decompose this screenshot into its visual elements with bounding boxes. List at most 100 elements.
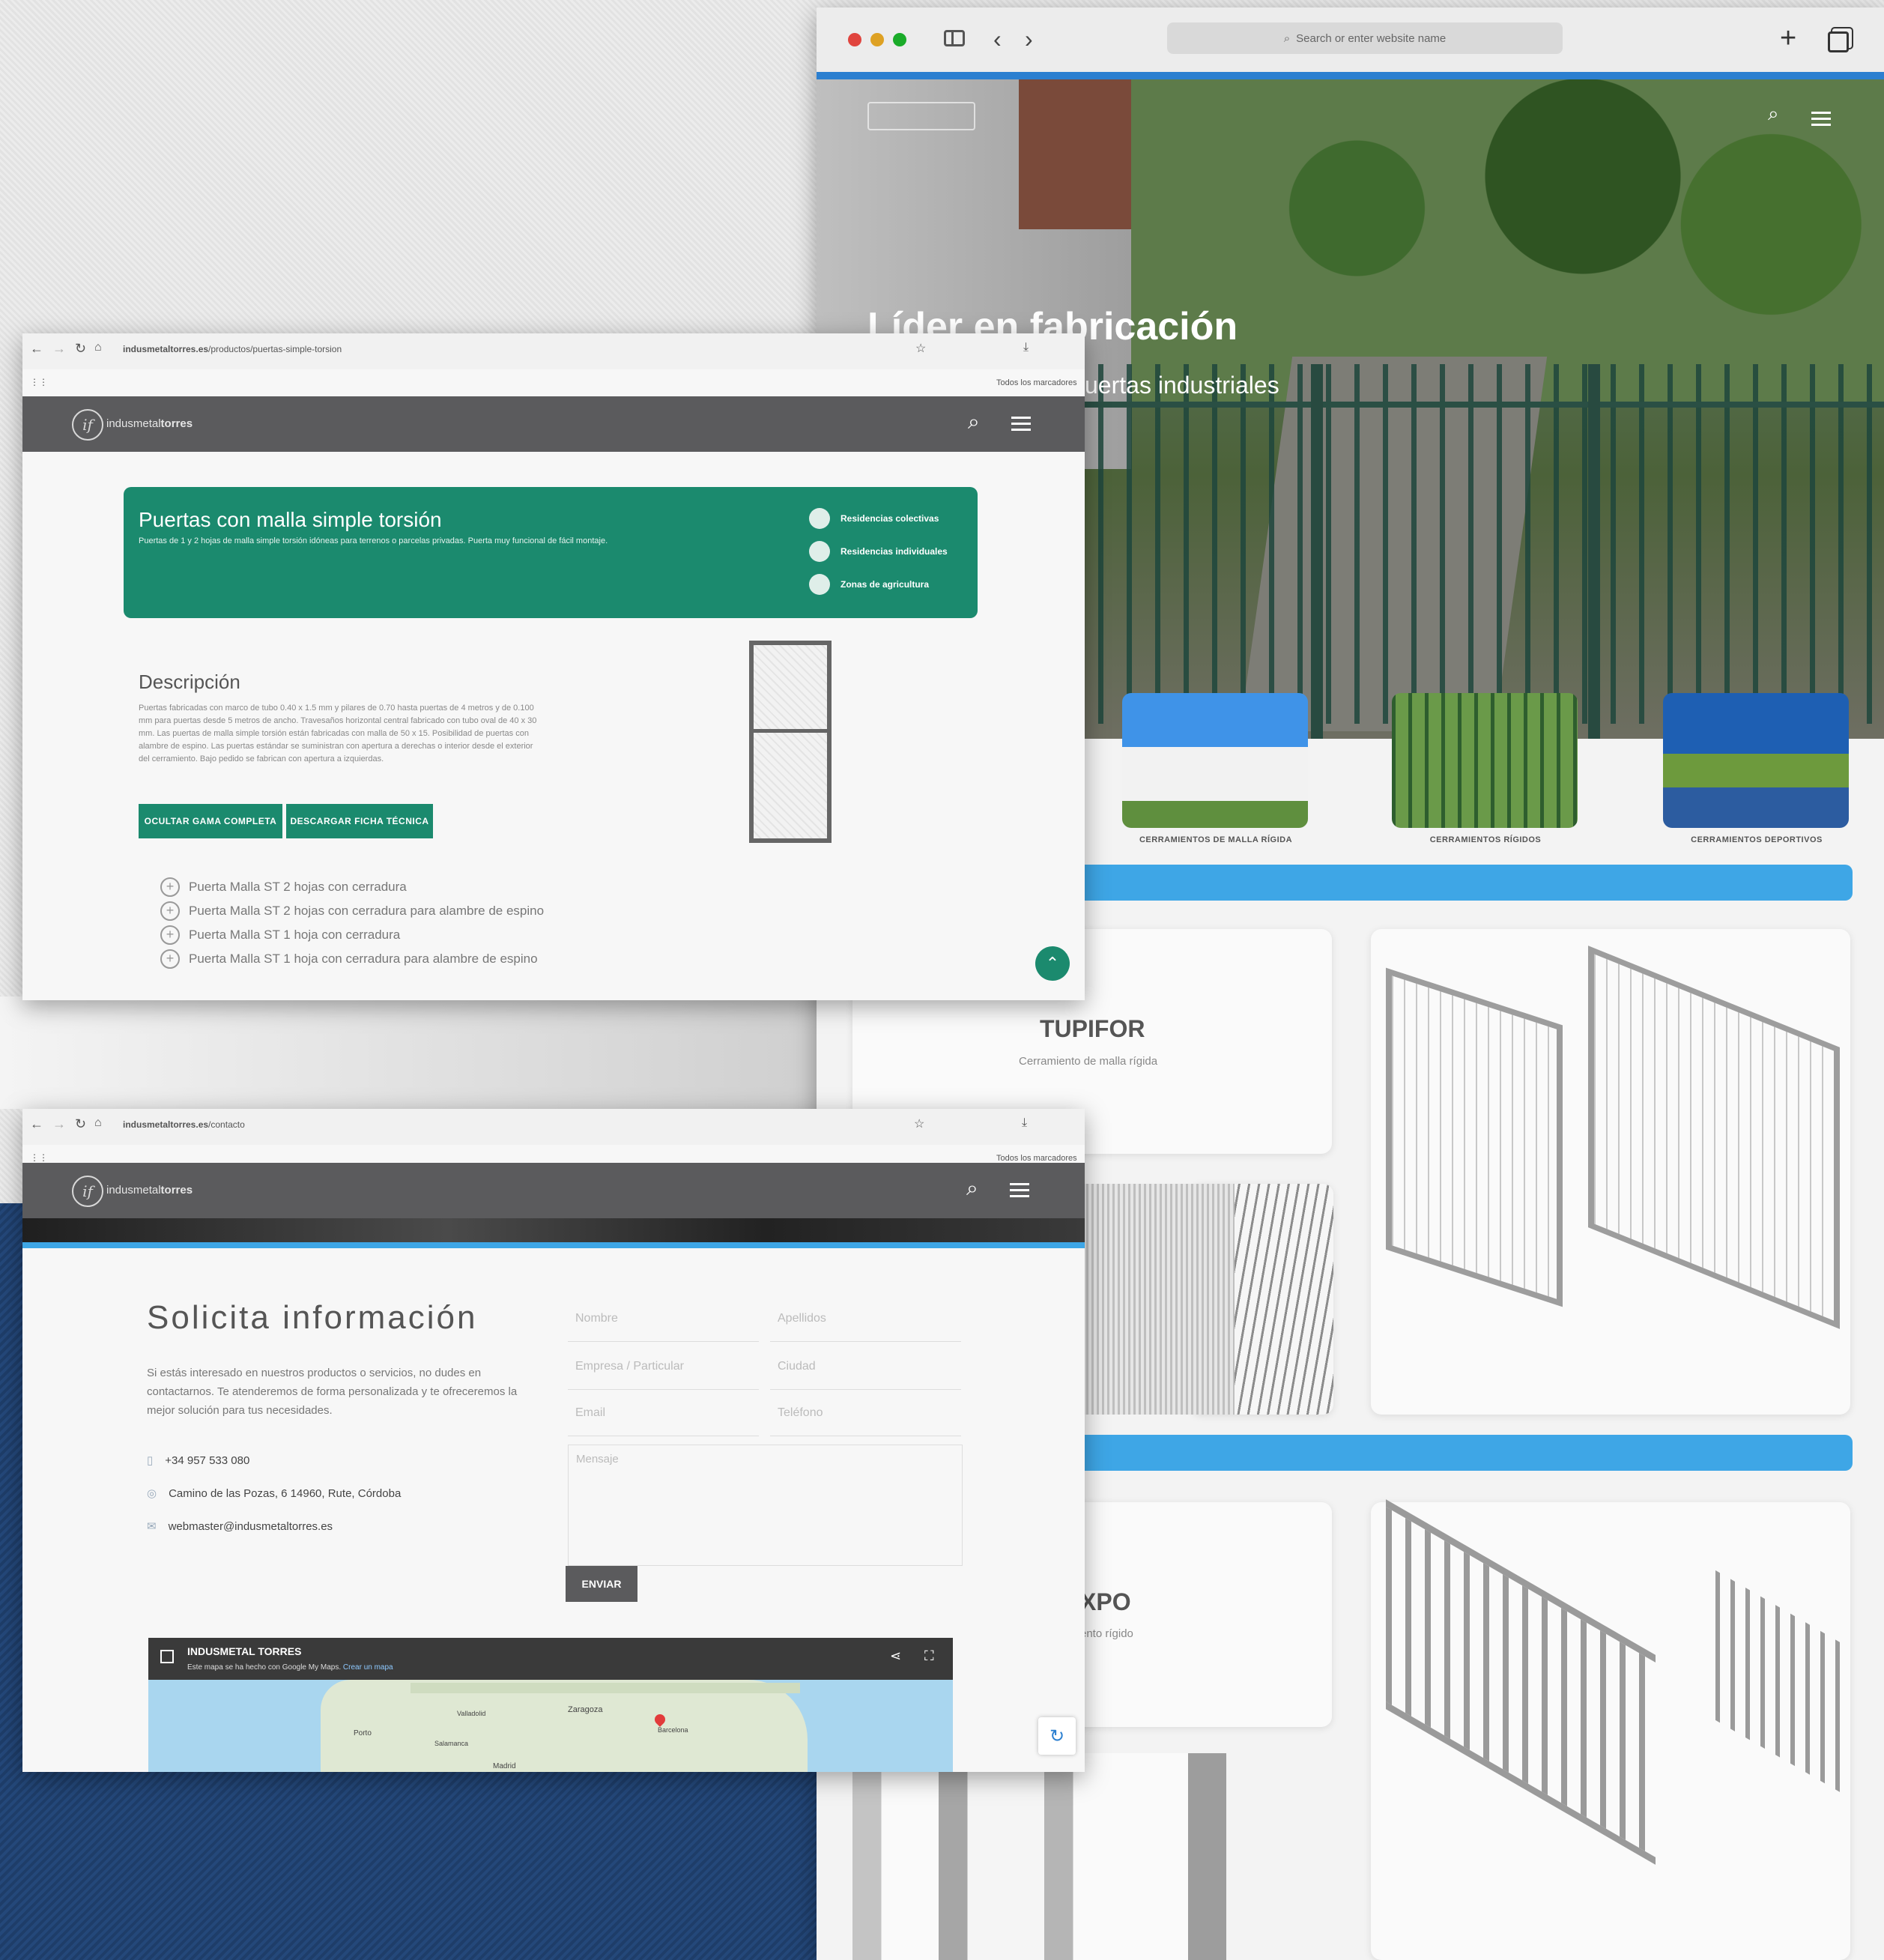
plant-icon — [809, 574, 830, 595]
chrome-toolbar: ← → ↻ ⌂ indusmetaltorres.es/contacto ☆ ⤓ — [22, 1109, 1085, 1146]
header-image-strip — [22, 1218, 1085, 1242]
submit-button[interactable]: ENVIAR — [566, 1566, 637, 1602]
address-placeholder: Search or enter website name — [1296, 31, 1447, 45]
zoom-window-button[interactable] — [893, 33, 906, 46]
share-icon[interactable]: ⋖ — [890, 1648, 901, 1664]
map-title: INDUSMETAL TORRES — [187, 1645, 302, 1657]
variant-item[interactable]: + Puerta Malla ST 2 hojas con cerradura … — [160, 901, 544, 921]
back-icon[interactable]: ← — [30, 1116, 43, 1132]
bookmarks-bar: ⋮⋮ Todos los marcadores — [22, 369, 1085, 396]
forward-icon[interactable]: › — [1025, 25, 1033, 53]
surname-field[interactable]: Apellidos — [770, 1296, 961, 1342]
product-browser-window: ← → ↻ ⌂ indusmetaltorres.es/productos/pu… — [22, 333, 1085, 1000]
brand-logo-icon[interactable]: if — [72, 1176, 103, 1207]
phone-field[interactable]: Teléfono — [770, 1391, 961, 1436]
nav-search-icon[interactable]: ⌕ — [966, 1176, 978, 1201]
email-field[interactable]: Email — [568, 1391, 759, 1436]
hide-full-range-button[interactable]: OCULTAR GAMA COMPLETA — [139, 804, 282, 838]
download-datasheet-button[interactable]: DESCARGAR FICHA TÉCNICA — [286, 804, 433, 838]
back-icon[interactable]: ‹ — [993, 25, 1002, 53]
use-item-colectivas: Residencias colectivas — [809, 508, 939, 529]
company-field[interactable]: Empresa / Particular — [568, 1344, 759, 1390]
contact-address-row: ◎ Camino de las Pozas, 6 14960, Rute, Có… — [147, 1486, 402, 1501]
close-window-button[interactable] — [848, 33, 861, 46]
map-menu-icon[interactable] — [160, 1650, 174, 1663]
use-item-individuales: Residencias individuales — [809, 541, 948, 562]
recaptcha-badge[interactable]: ↻ — [1038, 1717, 1076, 1755]
message-textarea[interactable]: Mensaje — [568, 1445, 963, 1566]
download-icon[interactable]: ⤓ — [1022, 1116, 1027, 1130]
variant-item[interactable]: + Puerta Malla ST 2 hojas con cerradura — [160, 877, 407, 897]
apps-grid-icon[interactable]: ⋮⋮ — [30, 1152, 48, 1163]
hero-menu-icon[interactable] — [1811, 108, 1831, 130]
nav-menu-icon[interactable] — [1010, 1179, 1029, 1201]
city-field[interactable]: Ciudad — [770, 1344, 961, 1390]
url-path: /productos/puertas-simple-torsion — [208, 344, 342, 354]
url-bar[interactable]: indusmetaltorres.es/productos/puertas-si… — [123, 344, 342, 354]
banner-title: Puertas con malla simple torsión — [139, 508, 442, 531]
safari-toolbar: ‹ › ⌕ Search or enter website name + — [817, 7, 1884, 72]
scroll-to-top-button[interactable]: ⌃ — [1035, 946, 1070, 981]
url-domain: indusmetaltorres.es — [123, 1119, 209, 1130]
category-tile-malla-rigida[interactable] — [1122, 693, 1308, 828]
variant-item[interactable]: + Puerta Malla ST 1 hoja con cerradura p… — [160, 949, 538, 969]
forward-icon[interactable]: → — [52, 1116, 66, 1132]
category-tile-rigidos[interactable] — [1392, 693, 1578, 828]
brand-logo-icon[interactable]: if — [72, 409, 103, 441]
variant-item[interactable]: + Puerta Malla ST 1 hoja con cerradura — [160, 925, 400, 945]
category-label-malla-rigida: CERRAMIENTOS DE MALLA RÍGIDA — [1139, 835, 1293, 844]
minimize-window-button[interactable] — [870, 33, 884, 46]
banner-subtitle: Puertas de 1 y 2 hojas de malla simple t… — [139, 536, 608, 545]
product-image-tupifor-gates[interactable] — [1371, 929, 1850, 1415]
name-field[interactable]: Nombre — [568, 1296, 759, 1342]
map-label-salamanca: Salamanca — [434, 1740, 469, 1747]
map-land — [321, 1680, 808, 1772]
map-label-valladolid: Valladolid — [457, 1710, 486, 1717]
url-domain: indusmetaltorres.es — [123, 344, 209, 354]
home-icon[interactable]: ⌂ — [94, 341, 102, 354]
all-bookmarks-link[interactable]: Todos los marcadores — [996, 1154, 1077, 1163]
site-logo[interactable] — [867, 102, 975, 130]
brand-name[interactable]: indusmetaltorres — [106, 417, 193, 430]
address-bar[interactable]: ⌕ Search or enter website name — [1167, 22, 1563, 54]
description-text: Puertas fabricadas con marco de tubo 0.4… — [139, 704, 537, 763]
brand-name[interactable]: indusmetaltorres — [106, 1184, 193, 1197]
location-pin-icon: ◎ — [147, 1487, 157, 1500]
create-map-link[interactable]: Crear un mapa — [343, 1663, 393, 1672]
reload-icon[interactable]: ↻ — [75, 341, 86, 357]
new-tab-icon[interactable]: + — [1780, 22, 1796, 55]
nav-search-icon[interactable]: ⌕ — [968, 410, 980, 435]
tabs-overview-icon[interactable] — [1828, 31, 1849, 52]
fullscreen-icon[interactable]: ⛶ — [924, 1648, 934, 1664]
category-tile-deportivos[interactable] — [1663, 693, 1849, 828]
plus-circle-icon: + — [160, 901, 180, 921]
category-label-rigidos: CERRAMIENTOS RÍGIDOS — [1429, 835, 1542, 844]
bookmark-star-icon[interactable]: ☆ — [914, 1116, 924, 1131]
plus-circle-icon: + — [160, 949, 180, 969]
header-accent-line — [22, 1242, 1085, 1248]
back-icon[interactable]: ← — [30, 341, 43, 357]
sidebar-icon[interactable] — [944, 30, 965, 46]
hero-search-icon[interactable]: ⌕ — [1768, 102, 1779, 126]
apps-grid-icon[interactable]: ⋮⋮ — [30, 377, 48, 387]
search-icon: ⌕ — [1283, 31, 1291, 45]
contact-phone-row: ▯ +34 957 533 080 — [147, 1454, 250, 1468]
map-header: INDUSMETAL TORRES Este mapa se ha hecho … — [148, 1638, 953, 1680]
product-subtitle-tupifor: Cerramiento de malla rígida — [1019, 1055, 1158, 1068]
home-icon[interactable]: ⌂ — [94, 1116, 102, 1130]
embedded-map[interactable]: INDUSMETAL TORRES Este mapa se ha hecho … — [148, 1638, 953, 1772]
contact-intro: Si estás interesado en nuestros producto… — [147, 1367, 518, 1417]
reload-icon[interactable]: ↻ — [75, 1116, 86, 1132]
forward-icon[interactable]: → — [52, 341, 66, 357]
nav-menu-icon[interactable] — [1011, 413, 1031, 435]
all-bookmarks-link[interactable]: Todos los marcadores — [996, 378, 1077, 387]
bookmark-star-icon[interactable]: ☆ — [915, 341, 926, 356]
product-image-xpo-fences[interactable] — [1371, 1499, 1850, 1960]
site-navbar: if indusmetaltorres ⌕ — [22, 1163, 1085, 1218]
category-label-deportivos: CERRAMIENTOS DEPORTIVOS — [1691, 835, 1823, 844]
plus-circle-icon: + — [160, 877, 180, 897]
download-icon[interactable]: ⤓ — [1023, 341, 1029, 354]
map-label-barcelona: Barcelona — [658, 1726, 688, 1734]
url-bar[interactable]: indusmetaltorres.es/contacto — [123, 1119, 245, 1130]
phone-icon: ▯ — [147, 1454, 154, 1467]
